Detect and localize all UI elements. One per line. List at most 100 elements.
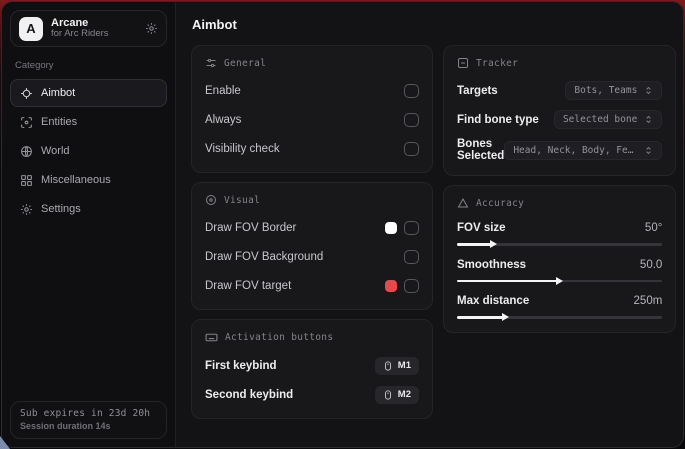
gear-icon[interactable] — [145, 22, 158, 35]
setting-label: Targets — [457, 85, 498, 97]
mouse-icon — [383, 389, 393, 401]
setting-label: Draw FOV Background — [205, 251, 323, 263]
globe-icon — [20, 145, 33, 158]
keybind-value: M1 — [398, 360, 411, 371]
setting-row: Second keybind M2 — [205, 384, 419, 405]
mouse-icon — [383, 360, 393, 372]
setting-label: First keybind — [205, 360, 277, 372]
setting-row: Visibility check — [205, 138, 419, 159]
setting-label: Second keybind — [205, 389, 293, 401]
app-subtitle: for Arc Riders — [51, 29, 137, 40]
setting-row: Max distance 250m — [457, 295, 662, 319]
setting-label: Enable — [205, 85, 241, 97]
find-bone-type-dropdown[interactable]: Selected bone — [554, 110, 662, 129]
second-keybind-button[interactable]: M2 — [375, 386, 419, 404]
dropdown-value: Head, Neck, Body, Fe... — [513, 145, 637, 156]
dropdown-value: Selected bone — [563, 114, 637, 125]
setting-label: Draw FOV Border — [205, 222, 296, 234]
card-activation-buttons: Activation buttons First keybind M1 — [191, 319, 433, 419]
setting-label: Bones Selected — [457, 138, 504, 162]
chevrons-up-down-icon — [644, 85, 653, 96]
sidebar: A Arcane for Arc Riders Category — [2, 2, 176, 447]
smoothness-slider[interactable] — [457, 280, 662, 283]
first-keybind-button[interactable]: M1 — [375, 357, 419, 375]
card-title: Visual — [224, 195, 260, 206]
fov-size-slider[interactable] — [457, 243, 662, 246]
sidebar-item-label: World — [41, 145, 70, 157]
gear-icon — [20, 203, 33, 216]
sidebar-item-world[interactable]: World — [10, 137, 167, 165]
setting-row: Draw FOV Border — [205, 217, 419, 238]
sidebar-item-label: Aimbot — [41, 87, 75, 99]
color-swatch-white[interactable] — [385, 222, 397, 234]
sliders-icon — [205, 57, 217, 69]
sidebar-item-aimbot[interactable]: Aimbot — [10, 79, 167, 107]
setting-row: Draw FOV Background — [205, 246, 419, 267]
chevrons-up-down-icon — [644, 145, 653, 156]
setting-label: Max distance — [457, 295, 529, 307]
visibility-check-checkbox[interactable] — [404, 142, 419, 156]
setting-row: Smoothness 50.0 — [457, 259, 662, 283]
slider-knob[interactable] — [502, 313, 509, 321]
crosshair-icon — [20, 87, 33, 100]
session-duration-text: Session duration 14s — [20, 421, 157, 431]
setting-row: Find bone type Selected bone — [457, 109, 662, 130]
fov-background-checkbox[interactable] — [404, 250, 419, 264]
app-logo-card: A Arcane for Arc Riders — [10, 10, 167, 47]
focus-box-icon — [457, 57, 469, 69]
fov-size-value: 50° — [645, 222, 662, 234]
fov-target-checkbox[interactable] — [404, 279, 419, 293]
subscription-info: Sub expires in 23d 20h Session duration … — [10, 401, 167, 439]
card-title: Accuracy — [476, 198, 524, 209]
slider-knob[interactable] — [556, 277, 563, 285]
main-content: Aimbot General Enable — [176, 2, 684, 447]
setting-label: Always — [205, 114, 241, 126]
keybind-value: M2 — [398, 389, 411, 400]
setting-row: Draw FOV target — [205, 275, 419, 296]
chevrons-up-down-icon — [644, 114, 653, 125]
grid-icon — [20, 174, 33, 187]
card-visual: Visual Draw FOV Border Draw FOV Backgrou… — [191, 182, 433, 310]
setting-label: Visibility check — [205, 143, 280, 155]
always-checkbox[interactable] — [404, 113, 419, 127]
scan-icon — [20, 116, 33, 129]
sidebar-item-entities[interactable]: Entities — [10, 108, 167, 136]
max-distance-slider[interactable] — [457, 316, 662, 319]
aperture-icon — [205, 194, 217, 206]
slider-knob[interactable] — [490, 240, 497, 248]
card-title: Tracker — [476, 58, 518, 69]
setting-label: Draw FOV target — [205, 280, 291, 292]
sidebar-item-settings[interactable]: Settings — [10, 195, 167, 223]
triangle-icon — [457, 197, 469, 209]
category-label: Category — [15, 60, 163, 71]
setting-label: FOV size — [457, 222, 506, 234]
dropdown-value: Bots, Teams — [574, 85, 637, 96]
mouse-cursor — [0, 436, 10, 449]
enable-checkbox[interactable] — [404, 84, 419, 98]
sub-expiry-text: Sub expires in 23d 20h — [20, 408, 157, 419]
keyboard-icon — [205, 331, 218, 344]
sidebar-item-label: Settings — [41, 203, 81, 215]
sidebar-item-label: Miscellaneous — [41, 174, 111, 186]
targets-dropdown[interactable]: Bots, Teams — [565, 81, 662, 100]
setting-label: Find bone type — [457, 114, 539, 126]
sidebar-nav: Aimbot Entities World — [10, 79, 167, 223]
max-distance-value: 250m — [634, 295, 663, 307]
sidebar-item-label: Entities — [41, 116, 77, 128]
setting-row: Bones Selected Head, Neck, Body, Fe... — [457, 138, 662, 162]
card-general: General Enable Always Visibility check — [191, 45, 433, 173]
bones-selected-dropdown[interactable]: Head, Neck, Body, Fe... — [504, 141, 662, 160]
page-title: Aimbot — [192, 17, 676, 32]
sidebar-item-miscellaneous[interactable]: Miscellaneous — [10, 166, 167, 194]
card-accuracy: Accuracy FOV size 50° — [443, 185, 676, 333]
setting-row: First keybind M1 — [205, 355, 419, 376]
smoothness-value: 50.0 — [640, 259, 662, 271]
setting-row: Targets Bots, Teams — [457, 80, 662, 101]
card-title: General — [224, 58, 266, 69]
color-swatch-red[interactable] — [385, 280, 397, 292]
fov-border-checkbox[interactable] — [404, 221, 419, 235]
setting-row: FOV size 50° — [457, 222, 662, 246]
setting-label: Smoothness — [457, 259, 526, 271]
setting-row: Always — [205, 109, 419, 130]
card-title: Activation buttons — [225, 332, 333, 343]
